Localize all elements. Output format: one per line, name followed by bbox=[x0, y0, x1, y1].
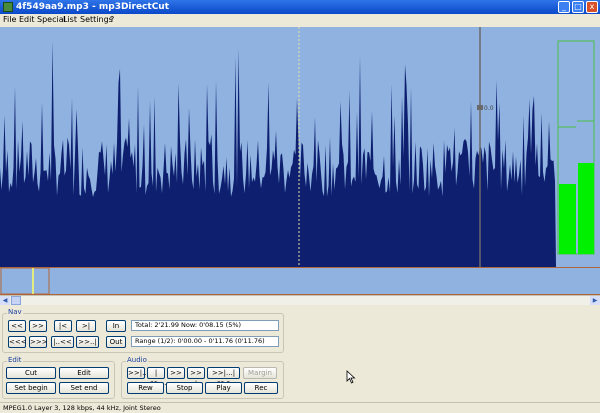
menu-list[interactable]: List bbox=[63, 15, 77, 24]
menu-help[interactable]: ? bbox=[110, 15, 114, 24]
horizontal-scrollbar[interactable]: ◀ ▶ bbox=[0, 295, 600, 305]
level-meter-right bbox=[578, 163, 594, 254]
menu-special[interactable]: Special bbox=[37, 15, 66, 24]
jump-end-button[interactable]: >| bbox=[76, 320, 96, 332]
play-button[interactable]: Play bbox=[205, 382, 242, 394]
maximize-button[interactable]: □ bbox=[572, 1, 584, 13]
title-bar: 4f549aa9.mp3 - mp3DirectCut _ □ x bbox=[0, 0, 600, 14]
range-start-button[interactable]: |..<< bbox=[51, 336, 74, 348]
fast-forward-button[interactable]: >>> bbox=[29, 336, 48, 348]
mouse-pointer-icon bbox=[346, 370, 356, 384]
timeline-graphic[interactable] bbox=[0, 267, 600, 295]
out-button[interactable]: Out bbox=[106, 336, 126, 348]
edit-panel: Edit Cut Edit Set begin Set end bbox=[2, 356, 115, 399]
waveform-view[interactable]: 0.0 bbox=[0, 27, 600, 267]
fast-rewind-button[interactable]: <<< bbox=[8, 336, 27, 348]
play-to-cut-button[interactable]: >>|... bbox=[127, 367, 149, 379]
rewind-button[interactable]: << bbox=[8, 320, 26, 332]
nav-panel: Nav << >> |< >| In <<< >>> |..<< >>..| O… bbox=[2, 308, 284, 353]
cut-button[interactable]: Cut bbox=[6, 367, 56, 379]
rec-button[interactable]: Rec bbox=[244, 382, 278, 394]
menu-bar: File Edit Special List Settings ? bbox=[0, 14, 600, 27]
audio-panel-title: Audio bbox=[126, 356, 148, 364]
scroll-right-icon[interactable]: ▶ bbox=[590, 296, 600, 305]
play-from-cut-button[interactable]: |<>... bbox=[147, 367, 166, 387]
play-plus-button[interactable]: >> + bbox=[187, 367, 205, 387]
menu-settings[interactable]: Settings bbox=[80, 15, 113, 24]
rew-button[interactable]: Rew bbox=[127, 382, 164, 394]
play-around-cut-button[interactable]: >>|...|<>> bbox=[207, 367, 240, 387]
visible-range-box[interactable] bbox=[0, 267, 50, 295]
cursor-handle[interactable] bbox=[477, 105, 483, 110]
status-bar: MPEG1.0 Layer 3, 128 kbps, 44 kHz, Joint… bbox=[0, 402, 600, 413]
range-readout: Range (1/2): 0'00.00 - 0'11.76 (0'11.76) bbox=[131, 336, 279, 347]
in-button[interactable]: In bbox=[106, 320, 126, 332]
forward-button[interactable]: >> bbox=[29, 320, 47, 332]
play-minus-button[interactable]: >> - bbox=[167, 367, 185, 387]
level-meter-left bbox=[559, 184, 576, 254]
waveform-shape bbox=[0, 41, 556, 267]
edit-button[interactable]: Edit bbox=[59, 367, 109, 379]
scroll-left-icon[interactable]: ◀ bbox=[0, 296, 10, 305]
set-begin-button[interactable]: Set begin bbox=[6, 382, 56, 394]
stop-button[interactable]: Stop bbox=[166, 382, 203, 394]
margin-button[interactable]: Margin bbox=[243, 367, 277, 379]
set-end-button[interactable]: Set end bbox=[59, 382, 109, 394]
menu-edit[interactable]: Edit bbox=[19, 15, 35, 24]
audio-panel: Audio >>|... |<>... >> - >> + >>|...|<>>… bbox=[121, 356, 284, 399]
scroll-thumb[interactable] bbox=[11, 296, 21, 305]
close-button[interactable]: x bbox=[586, 1, 598, 13]
overview-timeline[interactable] bbox=[0, 267, 600, 295]
edit-panel-title: Edit bbox=[7, 356, 23, 364]
jump-start-button[interactable]: |< bbox=[54, 320, 72, 332]
app-icon bbox=[3, 2, 13, 12]
waveform-graphic[interactable]: 0.0 bbox=[0, 27, 600, 267]
menu-file[interactable]: File bbox=[3, 15, 16, 24]
nav-panel-title: Nav bbox=[7, 308, 23, 316]
minimize-button[interactable]: _ bbox=[558, 1, 570, 13]
cursor-value-label: 0.0 bbox=[484, 105, 494, 112]
total-time-readout: Total: 2'21.99 Now: 0'08.15 (5%) bbox=[131, 320, 279, 331]
range-end-button[interactable]: >>..| bbox=[76, 336, 99, 348]
window-title: 4f549aa9.mp3 - mp3DirectCut bbox=[16, 2, 170, 12]
